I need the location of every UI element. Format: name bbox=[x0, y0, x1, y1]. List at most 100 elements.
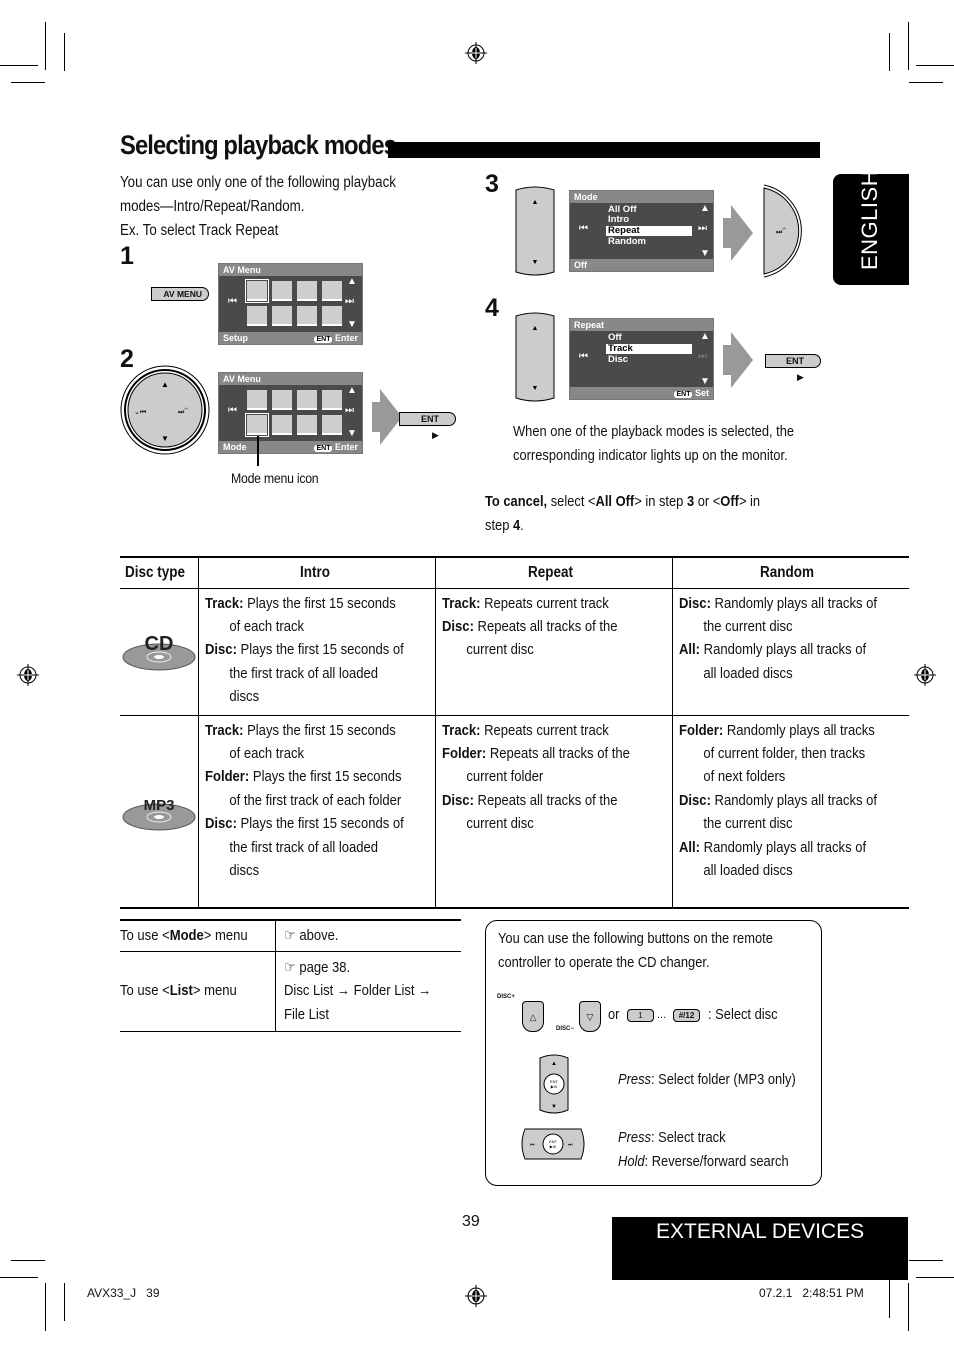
text: : Select folder (MP3 only) bbox=[650, 1071, 796, 1088]
crop-mark bbox=[916, 1277, 954, 1278]
text: Randomly plays all tracks of the current… bbox=[703, 791, 878, 833]
footer-enter: ENT Enter bbox=[314, 332, 358, 344]
intro-line: modes—Intro/Repeat/Random. bbox=[120, 198, 305, 215]
intro-cell: Track: Plays the first 15 seconds of eac… bbox=[198, 715, 436, 910]
ent-button[interactable]: ENT bbox=[399, 412, 456, 426]
text: Plays the first 15 seconds of the first … bbox=[229, 641, 404, 706]
crop-mark bbox=[0, 65, 38, 66]
ent-badge: ENT bbox=[314, 445, 333, 452]
intro-text: You can use only one of the following pl… bbox=[120, 171, 396, 243]
crop-mark bbox=[909, 82, 943, 83]
bluetooth-icon bbox=[297, 415, 317, 435]
svg-text:⏮: ⏮ bbox=[530, 1142, 535, 1148]
screen-header: AV Menu bbox=[219, 264, 362, 276]
control-dial-next-icon[interactable]: ⏭⌃ bbox=[762, 184, 810, 278]
mode-entry: Disc: Plays the first 15 seconds of the … bbox=[205, 638, 405, 708]
text: Repeats all tracks of the current folder bbox=[466, 744, 630, 786]
equalizer-icon bbox=[272, 390, 292, 410]
number-12-button[interactable]: #/12 bbox=[673, 1009, 700, 1022]
mode-entry: Folder: Repeats all tracks of the curren… bbox=[442, 742, 642, 789]
arrow-icon bbox=[731, 332, 753, 388]
page-reference-link[interactable]: ☞ page 38. bbox=[284, 956, 431, 979]
control-dial-updown-icon[interactable]: ▲▼ bbox=[514, 310, 556, 404]
remote-intro-line: controller to operate the CD changer. bbox=[498, 954, 710, 971]
menu-label-cell: To use <List> menu bbox=[120, 951, 276, 1032]
repeat-cell: Track: Repeats current track Folder: Rep… bbox=[435, 715, 673, 910]
text: 4 bbox=[512, 517, 521, 534]
note-line: When one of the playback modes is select… bbox=[513, 423, 795, 440]
av-menu-button[interactable]: AV MENU bbox=[151, 287, 209, 301]
remote-updown-pad-icon[interactable]: ENT▶/II▲▼ bbox=[536, 1052, 572, 1117]
menu-item-off: Off bbox=[608, 332, 622, 343]
mode-entry: Track: Plays the first 15 seconds of eac… bbox=[205, 592, 405, 639]
arrow-icon bbox=[731, 205, 753, 261]
text: Plays the first 15 seconds of each track bbox=[229, 721, 396, 762]
number-1-button[interactable]: 1 bbox=[627, 1009, 654, 1022]
svg-text:⏭: ⏭ bbox=[568, 1142, 573, 1148]
cancel-label: To cancel, bbox=[485, 493, 548, 510]
crop-mark bbox=[45, 22, 46, 70]
text: step bbox=[485, 517, 513, 534]
menu-item-disc: Disc bbox=[608, 354, 629, 365]
text: Track: bbox=[442, 721, 481, 739]
crop-mark bbox=[908, 22, 909, 70]
prev-icon: ⏮ bbox=[579, 223, 588, 234]
table-row: MP3 Track: Plays the first 15 seconds of… bbox=[120, 715, 909, 910]
disc-up-button[interactable]: △ bbox=[522, 1001, 544, 1032]
table-row: CD Track: Plays the first 15 seconds of … bbox=[120, 588, 909, 716]
text: Disc: bbox=[205, 815, 237, 833]
next-icon: ⏭ bbox=[698, 223, 707, 234]
press-indicator-icon: ▶ bbox=[797, 372, 804, 382]
page-title: Selecting playback modes bbox=[120, 130, 397, 160]
disc-down-button[interactable]: ▽ bbox=[579, 1001, 601, 1032]
control-dial-updown-icon[interactable]: ▲▼ bbox=[514, 184, 556, 278]
screen-footer: Setup ENT Enter bbox=[219, 332, 362, 344]
menu-item-track: Track bbox=[606, 344, 692, 354]
text: Repeats current track bbox=[480, 594, 609, 612]
text: Off bbox=[720, 493, 739, 510]
page-reference-link[interactable]: ☞ above. bbox=[284, 924, 431, 947]
text: > in step bbox=[634, 493, 687, 510]
prev-icon: ⏮ bbox=[228, 296, 237, 307]
indicator-note: When one of the playback modes is select… bbox=[513, 420, 794, 468]
track-instructions: Press: Select track Hold: Reverse/forwar… bbox=[618, 1126, 789, 1174]
next-icon: ⏭ bbox=[345, 296, 354, 307]
disc-type-cell: CD bbox=[120, 588, 199, 716]
text: Press bbox=[618, 1071, 651, 1088]
disc-icon bbox=[322, 415, 342, 435]
search-instruction: Hold: Reverse/forward search bbox=[618, 1150, 789, 1174]
crop-mark bbox=[64, 1283, 65, 1321]
mode-icon bbox=[247, 306, 267, 326]
control-dial-icon[interactable]: ▲ ▼ ⌄⏮ ⏭⌃ bbox=[120, 365, 210, 455]
svg-text:⏭⌃: ⏭⌃ bbox=[776, 227, 786, 236]
mode-entry: Disc: Plays the first 15 seconds of the … bbox=[205, 812, 405, 882]
disc-icon bbox=[322, 306, 342, 326]
text: select < bbox=[547, 493, 596, 510]
page-number: 39 bbox=[462, 1213, 480, 1230]
text: To use < bbox=[120, 927, 170, 945]
crop-mark bbox=[889, 1280, 890, 1318]
arrow-icon bbox=[723, 345, 731, 375]
column-header: Random bbox=[672, 556, 909, 589]
text: All Off bbox=[595, 493, 635, 510]
down-arrow-icon: ▼ bbox=[347, 428, 357, 439]
ent-button[interactable]: ENT bbox=[765, 354, 821, 368]
ent-badge: ENT bbox=[314, 336, 333, 343]
table-row: To use <List> menu ☞ page 38. Disc List … bbox=[120, 951, 461, 1032]
intro-line: Ex. To select Track Repeat bbox=[120, 222, 279, 239]
svg-text:▲: ▲ bbox=[532, 325, 539, 332]
text: Plays the first 15 seconds of the first … bbox=[229, 815, 404, 879]
mode-entry: Folder: Plays the first 15 seconds of th… bbox=[205, 765, 405, 812]
crop-mark bbox=[908, 1283, 909, 1331]
text: Track: bbox=[205, 721, 244, 739]
random-cell: Disc: Randomly plays all tracks of the c… bbox=[672, 588, 909, 716]
text: Disc type bbox=[124, 563, 185, 581]
text: Repeats all tracks of the current disc bbox=[466, 791, 618, 833]
or-label: or bbox=[608, 1006, 620, 1023]
remote-leftright-pad-icon[interactable]: ENT▶/II⏮ ⏭ bbox=[519, 1127, 587, 1161]
mode-entry: Disc: Repeats all tracks of the current … bbox=[442, 789, 642, 836]
cancel-note: To cancel, select <All Off> in step 3 or… bbox=[485, 490, 760, 538]
crop-mark bbox=[11, 82, 45, 83]
intro-cell: Track: Plays the first 15 seconds of eac… bbox=[198, 588, 436, 716]
text: Disc: bbox=[442, 791, 474, 809]
